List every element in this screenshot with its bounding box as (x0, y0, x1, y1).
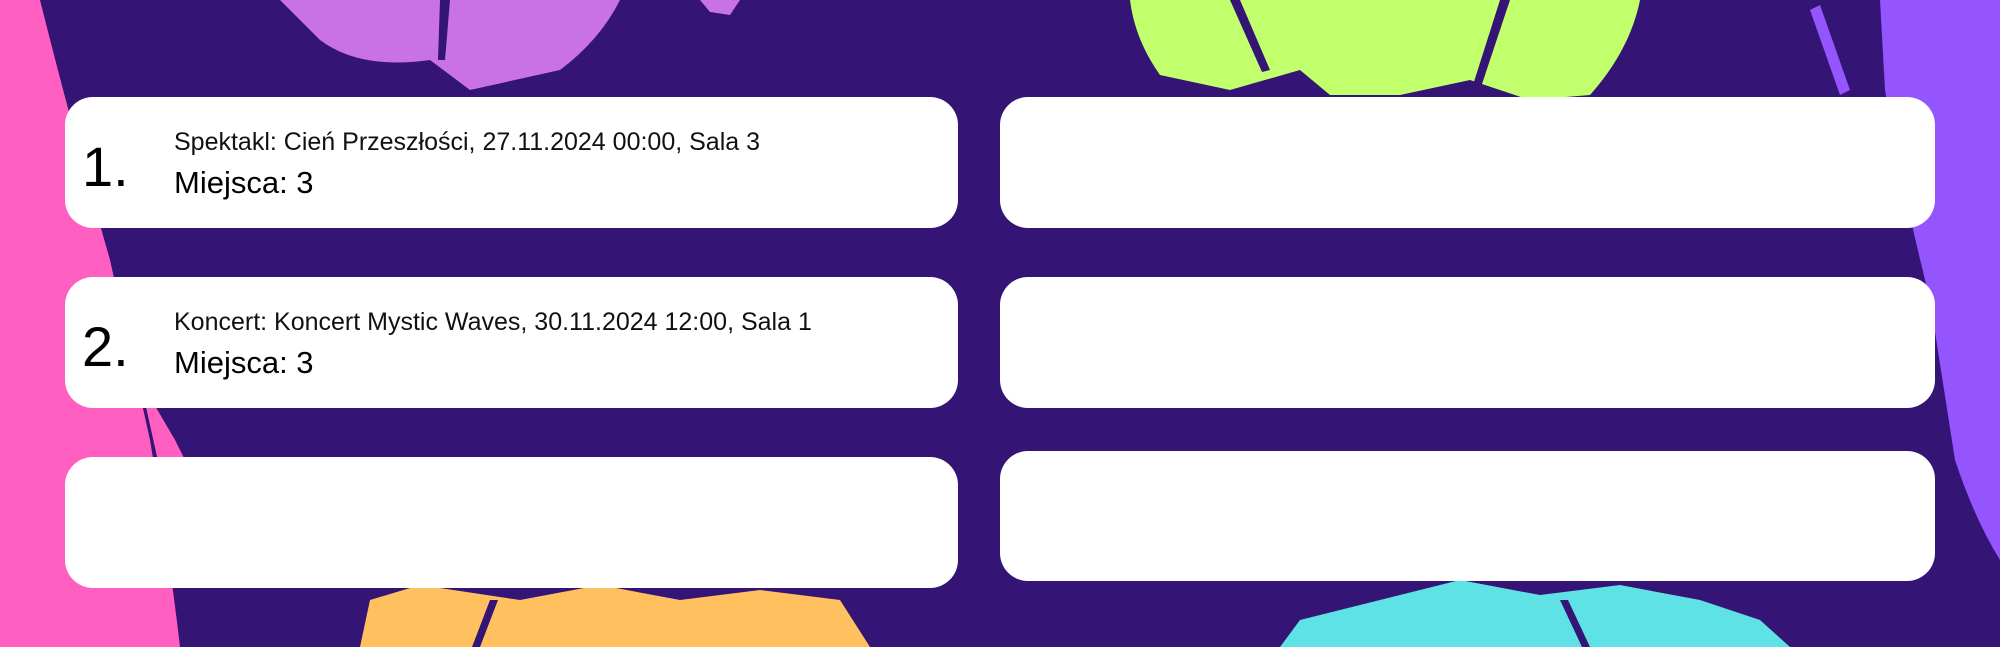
reservation-number: 1. (82, 135, 129, 198)
reservation-card-empty-right-1 (1000, 97, 1935, 228)
reservation-seats: Miejsca: 3 (174, 165, 314, 200)
reservation-number: 2. (82, 315, 129, 378)
reservation-card-empty-left-3 (65, 457, 958, 588)
reservation-card-1: 1. Spektakl: Cień Przeszłości, 27.11.202… (65, 97, 958, 228)
reservation-title: Spektakl: Cień Przeszłości, 27.11.2024 0… (174, 128, 760, 156)
reservation-seats: Miejsca: 3 (174, 345, 314, 380)
reservation-card-empty-right-2 (1000, 277, 1935, 408)
reservation-title: Koncert: Koncert Mystic Waves, 30.11.202… (174, 308, 812, 336)
reservation-card-2: 2. Koncert: Koncert Mystic Waves, 30.11.… (65, 277, 958, 408)
reservation-card-empty-right-3 (1000, 451, 1935, 581)
